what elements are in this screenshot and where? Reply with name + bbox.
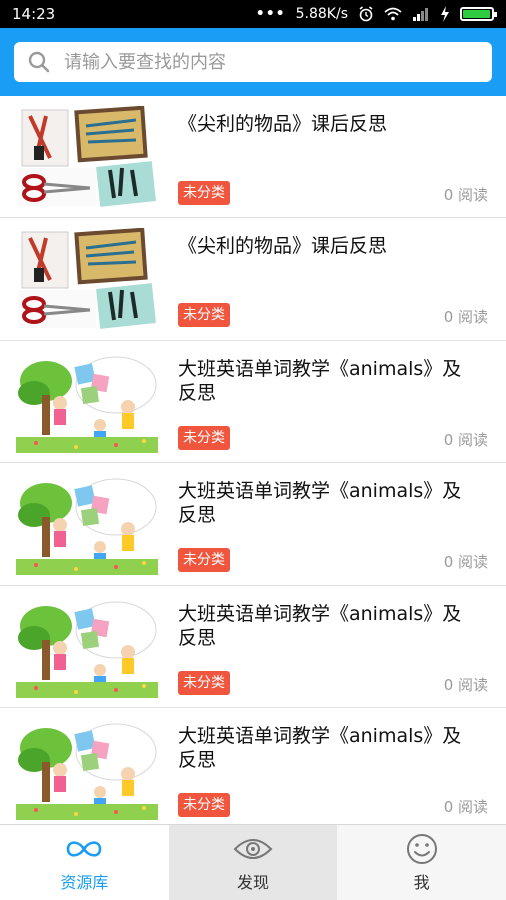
infinity-icon xyxy=(67,840,102,857)
eye-icon xyxy=(233,838,273,859)
read-count: 0 阅读 xyxy=(443,797,488,816)
alarm-icon xyxy=(359,6,373,22)
tab-discover-label: 发现 xyxy=(237,872,270,892)
status-time: 14:23 xyxy=(12,5,56,23)
item-thumbnail xyxy=(16,473,158,576)
bottom-nav: 资源库 发现 我 xyxy=(0,824,506,900)
tab-me[interactable]: 我 xyxy=(337,825,506,900)
read-count: 0 阅读 xyxy=(443,430,488,449)
item-thumbnail xyxy=(16,595,158,698)
item-thumbnail xyxy=(16,228,158,331)
smiley-icon xyxy=(406,833,437,864)
search-icon xyxy=(28,51,50,73)
status-bar: 14:23 ••• 5.88K/s xyxy=(0,0,506,28)
list-item[interactable]: 大班英语单词教学《animals》及反思 未分类 0 阅读 xyxy=(0,341,506,464)
read-count: 0 阅读 xyxy=(443,553,488,572)
read-count: 0 阅读 xyxy=(443,675,488,694)
item-thumbnail xyxy=(16,350,158,453)
read-count: 0 阅读 xyxy=(443,308,488,327)
search-input[interactable] xyxy=(64,51,464,73)
more-dots-icon: ••• xyxy=(255,6,286,22)
list-item[interactable]: 《尖利的物品》课后反思 未分类 0 阅读 xyxy=(0,218,506,341)
status-icons: ••• 5.88K/s xyxy=(255,6,497,22)
item-thumbnail xyxy=(16,106,158,208)
category-badge: 未分类 xyxy=(178,548,230,573)
category-badge: 未分类 xyxy=(178,425,230,450)
wifi-icon xyxy=(384,7,402,21)
tab-library-label: 资源库 xyxy=(60,872,109,892)
search-bar[interactable] xyxy=(14,42,492,82)
battery-icon xyxy=(460,7,497,21)
item-title: 《尖利的物品》课后反思 xyxy=(178,235,388,258)
category-badge: 未分类 xyxy=(178,792,230,817)
tab-me-label: 我 xyxy=(413,872,430,892)
list-item[interactable]: 大班英语单词教学《animals》及反思 未分类 0 阅读 xyxy=(0,463,506,586)
item-thumbnail xyxy=(16,717,158,820)
category-badge: 未分类 xyxy=(178,303,230,328)
item-title: 大班英语单词教学《animals》及反思 xyxy=(178,357,462,404)
tab-library[interactable]: 资源库 xyxy=(0,825,169,900)
network-speed: 5.88K/s xyxy=(295,6,348,22)
list-item[interactable]: 大班英语单词教学《animals》及反思 未分类 0 阅读 xyxy=(0,586,506,708)
tab-discover[interactable]: 发现 xyxy=(168,825,338,900)
item-title: 《尖利的物品》课后反思 xyxy=(178,113,388,135)
signal-icon xyxy=(413,8,428,21)
category-badge: 未分类 xyxy=(178,670,230,695)
item-title: 大班英语单词教学《animals》及反思 xyxy=(178,480,462,527)
item-title: 大班英语单词教学《animals》及反思 xyxy=(178,602,462,649)
list-item[interactable]: 《尖利的物品》课后反思 未分类 0 阅读 xyxy=(0,96,506,219)
item-title: 大班英语单词教学《animals》及反思 xyxy=(178,724,462,771)
resource-list: 《尖利的物品》课后反思 未分类 0 阅读 《尖利的物品》课后反思 未分类 0 阅… xyxy=(0,96,506,831)
search-header xyxy=(0,28,506,96)
list-item[interactable]: 大班英语单词教学《animals》及反思 未分类 0 阅读 xyxy=(0,708,506,831)
category-badge: 未分类 xyxy=(178,181,230,205)
read-count: 0 阅读 xyxy=(443,186,488,204)
charging-icon xyxy=(441,6,449,22)
